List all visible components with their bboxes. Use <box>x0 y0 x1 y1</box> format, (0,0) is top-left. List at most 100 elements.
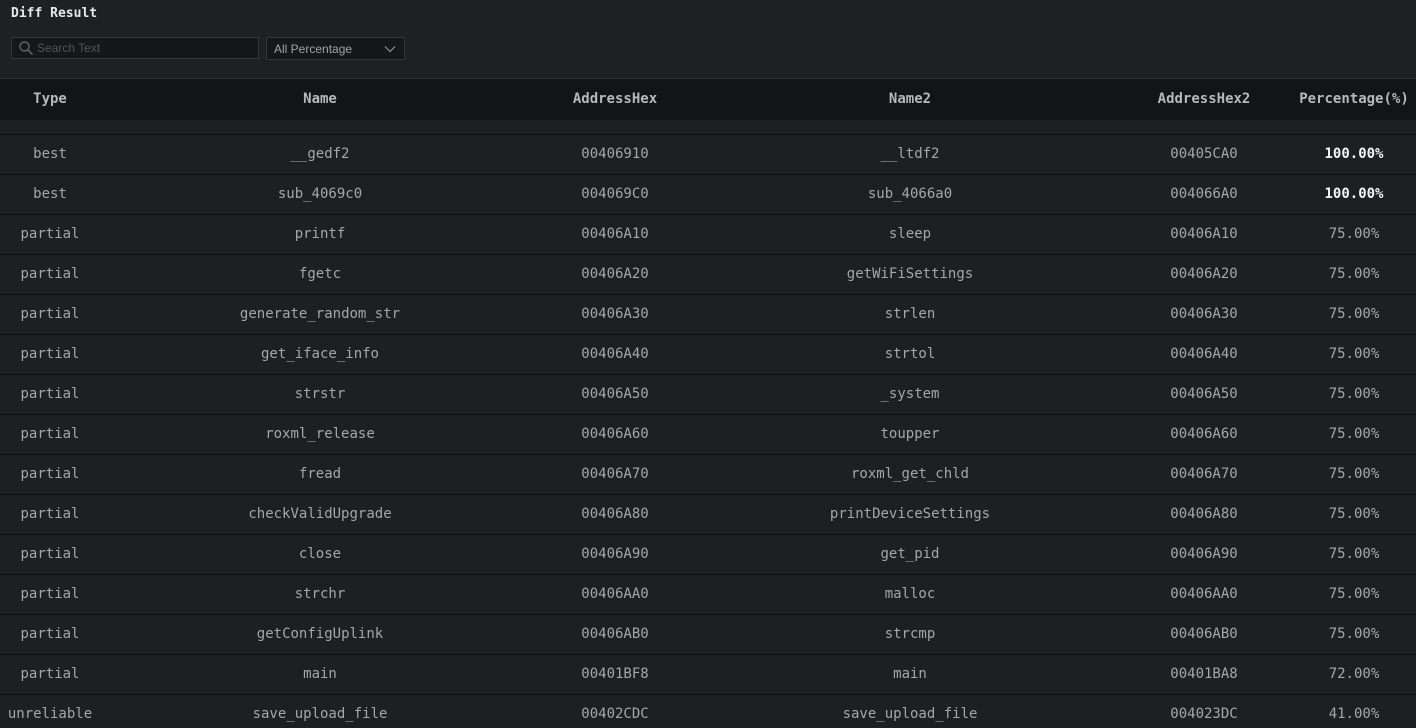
cell-type: best <box>33 146 67 162</box>
cell-addresshex: 00402CDC <box>581 706 649 722</box>
cell-addresshex: 00406A20 <box>581 266 649 282</box>
table-row-clipped[interactable] <box>0 120 1416 135</box>
cell-addresshex2: 004066A0 <box>1170 186 1238 202</box>
cell-type: partial <box>20 426 80 442</box>
table-row[interactable]: partial generate_random_str 00406A30 strlen… <box>0 295 1416 335</box>
table-row[interactable]: best sub_4069c0 004069C0 sub_4066a0 004066A0… <box>0 175 1416 215</box>
panel-title: Diff Result <box>11 6 98 21</box>
cell-name2: strtol <box>884 346 936 362</box>
cell-name2: sleep <box>888 226 932 242</box>
percentage-filter-select[interactable]: All Percentage <box>266 37 405 60</box>
column-header-addresshex[interactable]: AddressHex <box>515 79 715 120</box>
diff-result-panel-header: Diff Result All Percentage <box>0 0 1416 79</box>
cell-name: __gedf2 <box>290 146 350 162</box>
cell-name: generate_random_str <box>239 306 401 322</box>
cell-name: getConfigUplink <box>256 626 384 642</box>
cell-addresshex2: 004023DC <box>1170 706 1238 722</box>
table-row[interactable]: partial strchr 00406AA0 malloc 00406AA0 75.00… <box>0 575 1416 615</box>
cell-percentage: 75.00% <box>1328 466 1380 482</box>
cell-addresshex2: 00406A20 <box>1170 266 1238 282</box>
column-header-percentage[interactable]: Percentage(%) <box>1294 79 1414 120</box>
cell-addresshex: 00406A60 <box>581 426 649 442</box>
cell-type: partial <box>20 226 80 242</box>
cell-type: partial <box>20 386 80 402</box>
cell-name2: __ltdf2 <box>880 146 940 162</box>
cell-addresshex: 00406A80 <box>581 506 649 522</box>
table-row[interactable]: partial printf 00406A10 sleep 00406A10 75.00% <box>0 215 1416 255</box>
cell-addresshex: 00406910 <box>581 146 649 162</box>
cell-name: save_upload_file <box>252 706 388 722</box>
column-header-addresshex2[interactable]: AddressHex2 <box>1104 79 1304 120</box>
cell-addresshex2: 00406A80 <box>1170 506 1238 522</box>
cell-addresshex2: 00406A30 <box>1170 306 1238 322</box>
cell-percentage: 100.00% <box>1324 146 1384 162</box>
cell-addresshex2: 00401BA8 <box>1170 666 1238 682</box>
cell-addresshex: 004069C0 <box>581 186 649 202</box>
cell-name: fgetc <box>298 266 342 282</box>
table-row[interactable]: partial fgetc 00406A20 getWiFiSettings 00406… <box>0 255 1416 295</box>
cell-name: checkValidUpgrade <box>248 506 392 522</box>
cell-percentage: 100.00% <box>1324 186 1384 202</box>
cell-addresshex2: 00406A40 <box>1170 346 1238 362</box>
table-row[interactable]: partial get_iface_info 00406A40 strtol 00406… <box>0 335 1416 375</box>
cell-name: main <box>303 666 337 682</box>
cell-type: best <box>33 186 67 202</box>
cell-type: unreliable <box>7 706 93 722</box>
cell-percentage: 75.00% <box>1328 546 1380 562</box>
cell-type: partial <box>20 586 80 602</box>
cell-addresshex: 00406A40 <box>581 346 649 362</box>
table-row[interactable]: unreliable save_upload_file 00402CDC save_u… <box>0 695 1416 728</box>
table-row[interactable]: partial roxml_release 00406A60 toupper 00406… <box>0 415 1416 455</box>
cell-percentage: 41.00% <box>1328 706 1380 722</box>
cell-addresshex2: 00405CA0 <box>1170 146 1238 162</box>
cell-percentage: 75.00% <box>1328 626 1380 642</box>
search-input[interactable] <box>37 41 237 55</box>
cell-type: partial <box>20 466 80 482</box>
cell-name2: printDeviceSettings <box>829 506 991 522</box>
cell-name: printf <box>294 226 346 242</box>
table-row[interactable]: best __gedf2 00406910 __ltdf2 00405CA0 100.00… <box>0 135 1416 175</box>
cell-addresshex2: 00406A60 <box>1170 426 1238 442</box>
cell-percentage: 75.00% <box>1328 306 1380 322</box>
cell-name2: _system <box>880 386 940 402</box>
cell-name2: strcmp <box>884 626 936 642</box>
cell-name2: save_upload_file <box>842 706 978 722</box>
cell-type: partial <box>20 506 80 522</box>
cell-percentage: 75.00% <box>1328 266 1380 282</box>
cell-type: partial <box>20 346 80 362</box>
cell-percentage: 75.00% <box>1328 386 1380 402</box>
cell-addresshex: 00406AB0 <box>581 626 649 642</box>
cell-type: partial <box>20 666 80 682</box>
cell-addresshex: 00406A10 <box>581 226 649 242</box>
cell-name2: sub_4066a0 <box>867 186 953 202</box>
column-header-name[interactable]: Name <box>190 79 450 120</box>
cell-percentage: 72.00% <box>1328 666 1380 682</box>
table-row[interactable]: partial main 00401BF8 main 00401BA8 72.00% <box>0 655 1416 695</box>
result-table-body[interactable]: best __gedf2 00406910 __ltdf2 00405CA0 100.00… <box>0 120 1416 728</box>
table-header: Type Name AddressHex Name2 AddressHex2 P… <box>0 79 1416 121</box>
cell-addresshex: 00406A30 <box>581 306 649 322</box>
cell-type: partial <box>20 306 80 322</box>
cell-name2: strlen <box>884 306 936 322</box>
column-header-name2[interactable]: Name2 <box>760 79 1060 120</box>
table-row[interactable]: partial fread 00406A70 roxml_get_chld 00406A… <box>0 455 1416 495</box>
cell-name2: malloc <box>884 586 936 602</box>
cell-name2: roxml_get_chld <box>850 466 969 482</box>
cell-addresshex: 00406A70 <box>581 466 649 482</box>
table-row[interactable]: partial checkValidUpgrade 00406A80 printDev… <box>0 495 1416 535</box>
column-header-type[interactable]: Type <box>0 79 100 120</box>
cell-name: close <box>298 546 342 562</box>
cell-percentage: 75.00% <box>1328 586 1380 602</box>
cell-addresshex2: 00406A10 <box>1170 226 1238 242</box>
table-row[interactable]: partial close 00406A90 get_pid 00406A90 75.00… <box>0 535 1416 575</box>
cell-name: strstr <box>294 386 346 402</box>
cell-name2: main <box>893 666 927 682</box>
cell-type: partial <box>20 546 80 562</box>
cell-name: get_iface_info <box>260 346 379 362</box>
cell-name2: getWiFiSettings <box>846 266 974 282</box>
percentage-filter-value: All Percentage <box>274 41 353 56</box>
cell-addresshex: 00406A50 <box>581 386 649 402</box>
table-row[interactable]: partial getConfigUplink 00406AB0 strcmp 0040… <box>0 615 1416 655</box>
search-box[interactable] <box>11 37 259 59</box>
table-row[interactable]: partial strstr 00406A50 _system 00406A50 75.0… <box>0 375 1416 415</box>
